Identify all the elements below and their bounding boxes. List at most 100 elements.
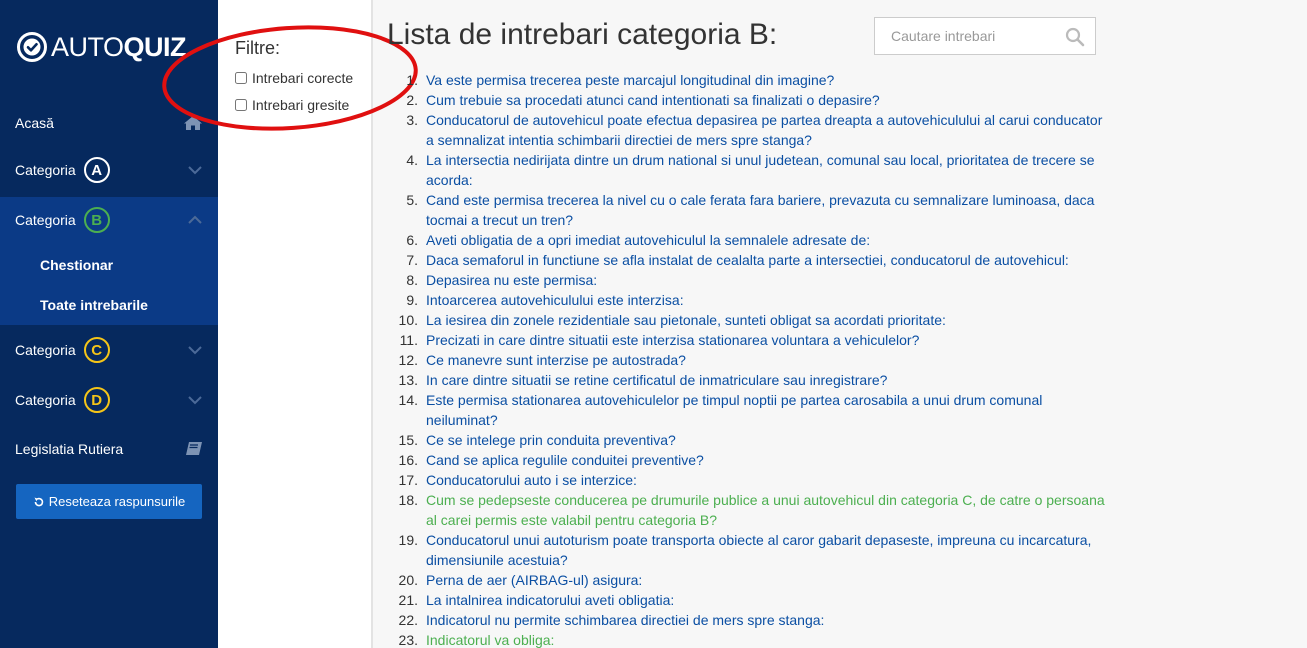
question-number: 10.: [398, 312, 418, 328]
question-number: 12.: [398, 352, 418, 368]
question-item: 9. Intoarcerea autovehiculului este inter…: [390, 290, 1110, 310]
question-link[interactable]: Cand este permisa trecerea la nivel cu o…: [426, 190, 1110, 230]
chevron-down-icon: [188, 396, 202, 405]
question-link[interactable]: Va este permisa trecerea peste marcajul …: [426, 70, 834, 90]
question-link[interactable]: Daca semaforul in functiune se afla inst…: [426, 250, 1069, 270]
question-link[interactable]: Este permisa stationarea autovehiculelor…: [426, 390, 1110, 430]
question-item: 18. Cum se pedepseste conducerea pe drumu…: [390, 490, 1110, 530]
question-item: 5. Cand este permisa trecerea la nivel cu…: [390, 190, 1110, 230]
category-c-badge: C: [83, 337, 110, 363]
search-input[interactable]: [875, 19, 1055, 53]
question-item: 21. La intalnirea indicatorului aveti obl…: [390, 590, 1110, 610]
question-link[interactable]: Cand se aplica regulile conduitei preven…: [426, 450, 704, 470]
question-link[interactable]: Perna de aer (AIRBAG-ul) asigura:: [426, 570, 642, 590]
question-item: 15. Ce se intelege prin conduita preventi…: [390, 430, 1110, 450]
question-number: 18.: [398, 492, 418, 508]
question-item: 20. Perna de aer (AIRBAG-ul) asigura:: [390, 570, 1110, 590]
question-item: 22. Indicatorul nu permite schimbarea dir…: [390, 610, 1110, 630]
question-number: 6.: [406, 232, 418, 248]
category-label: Categoria: [15, 212, 76, 228]
question-number: 13.: [398, 372, 418, 388]
question-number: 23.: [398, 632, 418, 648]
question-item: 11. Precizati in care dintre situatii est…: [390, 330, 1110, 350]
question-item: 4. La intersectia nedirijata dintre un dr…: [390, 150, 1110, 190]
question-number: 20.: [398, 572, 418, 588]
question-item: 2. Cum trebuie sa procedati atunci cand i…: [390, 90, 1110, 110]
check-shield-icon: [17, 32, 47, 62]
sub-item-chestionar[interactable]: Chestionar: [40, 257, 113, 273]
chevron-down-icon: [188, 166, 202, 175]
filter-wrong-checkbox[interactable]: [235, 99, 247, 111]
category-label: Categoria: [15, 342, 76, 358]
question-link[interactable]: Cum trebuie sa procedati atunci cand int…: [426, 90, 880, 110]
nav-home[interactable]: Acasă: [0, 108, 218, 138]
question-item: 8. Depasirea nu este permisa:: [390, 270, 1110, 290]
question-item: 19. Conducatorul unui autoturism poate tr…: [390, 530, 1110, 570]
question-item: 6. Aveti obligatia de a opri imediat auto…: [390, 230, 1110, 250]
page-title: Lista de intrebari categoria B:: [387, 18, 778, 51]
question-item: 10. La iesirea din zonele rezidentiale sa…: [390, 310, 1110, 330]
filter-correct-label: Intrebari corecte: [252, 70, 354, 86]
category-label: Categoria: [15, 392, 76, 408]
question-link[interactable]: Ce se intelege prin conduita preventiva?: [426, 430, 676, 450]
question-number: 2.: [406, 92, 418, 108]
question-link[interactable]: Aveti obligatia de a opri imediat autove…: [426, 230, 870, 250]
question-item: 7. Daca semaforul in functiune se afla in…: [390, 250, 1110, 270]
question-item: 16. Cand se aplica regulile conduitei pre…: [390, 450, 1110, 470]
question-link[interactable]: Ce manevre sunt interzise pe autostrada?: [426, 350, 686, 370]
search-box[interactable]: [874, 17, 1096, 55]
reset-answers-button[interactable]: Reseteaza raspunsurile: [16, 484, 202, 519]
logo[interactable]: AUTOQUIZ: [16, 30, 187, 64]
question-item: 12. Ce manevre sunt interzise pe autostra…: [390, 350, 1110, 370]
filter-correct[interactable]: Intrebari corecte: [235, 70, 353, 86]
filter-wrong-label: Intrebari gresite: [252, 97, 350, 113]
question-link[interactable]: Indicatorul nu permite schimbarea direct…: [426, 610, 824, 630]
nav-category-c[interactable]: Categoria C: [0, 330, 218, 370]
nav-home-label: Acasă: [15, 115, 54, 131]
nav-category-a[interactable]: Categoria A: [0, 150, 218, 190]
question-link[interactable]: Precizati in care dintre situatii este i…: [426, 330, 919, 350]
nav-category-b[interactable]: Categoria B: [0, 200, 218, 240]
question-link[interactable]: Conducatorului auto i se interzice:: [426, 470, 637, 490]
question-number: 1.: [406, 72, 418, 88]
question-link[interactable]: In care dintre situatii se retine certif…: [426, 370, 887, 390]
home-icon: [184, 116, 202, 130]
question-item: 17. Conducatorului auto i se interzice:: [390, 470, 1110, 490]
filter-correct-checkbox[interactable]: [235, 72, 247, 84]
question-number: 11.: [399, 332, 418, 348]
question-link[interactable]: Conducatorul de autovehicul poate efectu…: [426, 110, 1110, 150]
sidebar: AUTOQUIZ Acasă Categoria A Categoria B C…: [0, 0, 218, 648]
logo-text: AUTOQUIZ: [51, 32, 187, 62]
question-number: 15.: [398, 432, 418, 448]
question-number: 17.: [398, 472, 418, 488]
nav-legislation[interactable]: Legislatia Rutiera: [0, 433, 218, 465]
question-link[interactable]: La intalnirea indicatorului aveti obliga…: [426, 590, 674, 610]
question-link[interactable]: Depasirea nu este permisa:: [426, 270, 597, 290]
sub-item-toate-intrebarile[interactable]: Toate intrebarile: [40, 297, 148, 313]
category-a-badge: A: [83, 157, 110, 183]
question-item: 23. Indicatorul va obliga:: [390, 630, 1110, 648]
search-icon[interactable]: [1065, 27, 1085, 47]
refresh-icon: [34, 497, 43, 506]
question-number: 9.: [406, 292, 418, 308]
question-link[interactable]: La intersectia nedirijata dintre un drum…: [426, 150, 1110, 190]
filter-wrong[interactable]: Intrebari gresite: [235, 97, 349, 113]
question-link[interactable]: La iesirea din zonele rezidentiale sau p…: [426, 310, 946, 330]
question-number: 22.: [398, 612, 418, 628]
chevron-down-icon: [188, 346, 202, 355]
question-number: 5.: [406, 192, 418, 208]
question-item: 14. Este permisa stationarea autovehicule…: [390, 390, 1110, 430]
question-link[interactable]: Intoarcerea autovehiculului este interzi…: [426, 290, 684, 310]
question-number: 21.: [398, 592, 418, 608]
nav-category-d[interactable]: Categoria D: [0, 380, 218, 420]
question-number: 14.: [398, 392, 418, 408]
question-link[interactable]: Conducatorul unui autoturism poate trans…: [426, 530, 1110, 570]
question-link[interactable]: Indicatorul va obliga:: [426, 630, 554, 648]
question-item: 1. Va este permisa trecerea peste marcaju…: [390, 70, 1110, 90]
nav-legislation-label: Legislatia Rutiera: [15, 441, 124, 457]
question-number: 16.: [398, 452, 418, 468]
question-link[interactable]: Cum se pedepseste conducerea pe drumuril…: [426, 490, 1110, 530]
question-number: 19.: [398, 532, 418, 548]
question-number: 8.: [406, 272, 418, 288]
category-d-badge: D: [83, 387, 110, 413]
